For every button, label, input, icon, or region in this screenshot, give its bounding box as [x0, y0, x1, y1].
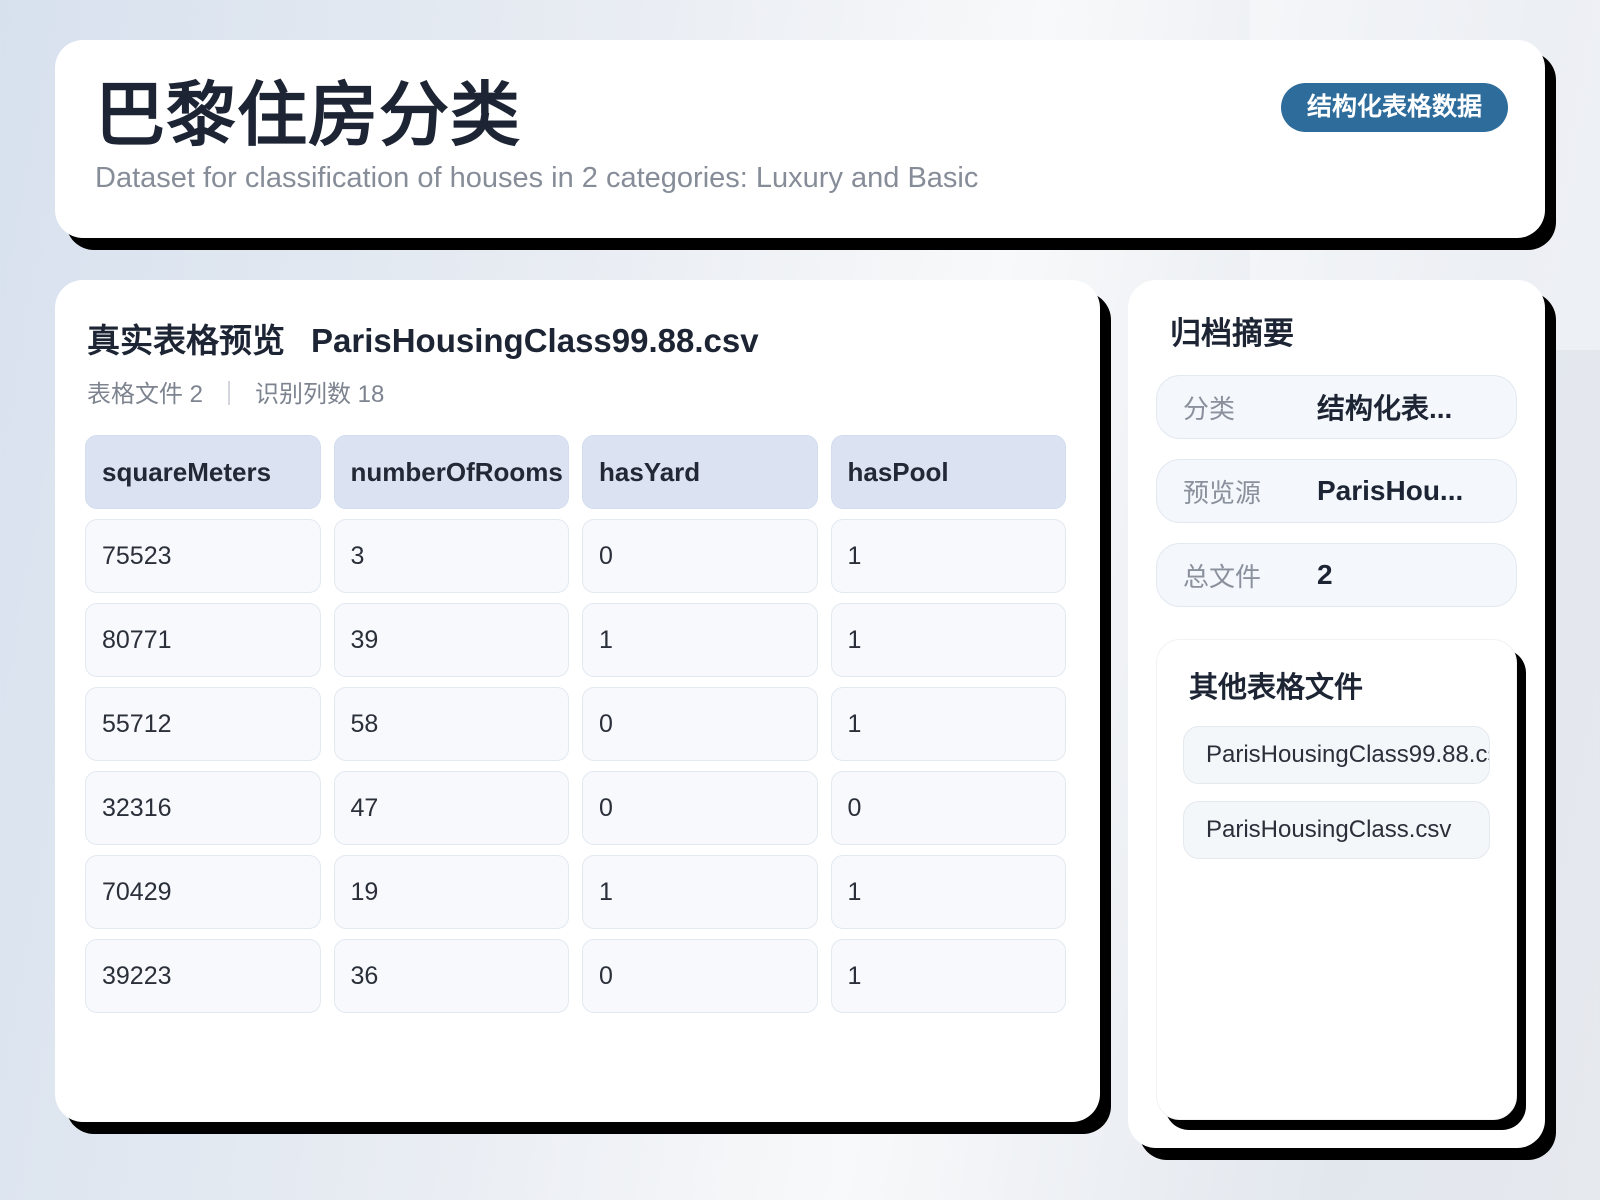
- summary-row-total-files: 总文件 2: [1156, 543, 1517, 607]
- preview-meta: 表格文件 2 ｜ 识别列数 18: [85, 374, 1066, 409]
- table-cell: 0: [582, 771, 818, 845]
- table-cell: 0: [582, 939, 818, 1013]
- summary-value: 结构化表...: [1317, 393, 1453, 424]
- table-cell: 19: [333, 855, 569, 929]
- table-cell: 3: [333, 519, 569, 593]
- table-cell: 80771: [85, 603, 321, 677]
- table-cell: 1: [830, 687, 1066, 761]
- summary-label: 分类: [1183, 393, 1236, 424]
- table-cell: 39: [333, 603, 569, 677]
- meta-files-count: 表格文件 2: [87, 381, 204, 408]
- archive-summary-card: 归档摘要 分类 结构化表... 预览源 ParisHou... 总文件 2 其他…: [1128, 280, 1545, 1148]
- archive-summary-title: 归档摘要: [1170, 316, 1294, 351]
- table-cell: 47: [333, 771, 569, 845]
- table-preview-card: 真实表格预览 ParisHousingClass99.88.csv 表格文件 2…: [55, 280, 1100, 1122]
- table-cell: 58: [333, 687, 569, 761]
- summary-value: 2: [1317, 559, 1333, 590]
- table-cell: 1: [830, 855, 1066, 929]
- meta-separator: ｜: [217, 381, 242, 408]
- summary-row-preview-source: 预览源 ParisHou...: [1156, 459, 1517, 523]
- table-cell: 32316: [85, 771, 321, 845]
- preview-title: 真实表格预览: [87, 322, 285, 359]
- summary-label: 预览源: [1183, 477, 1262, 508]
- preview-filename: ParisHousingClass99.88.csv: [311, 322, 759, 359]
- table-cell: 0: [582, 519, 818, 593]
- table-cell: 1: [830, 603, 1066, 677]
- page-subtitle: Dataset for classification of houses in …: [95, 162, 979, 195]
- file-item[interactable]: ParisHousingClass99.88.csv: [1183, 726, 1490, 784]
- table-cell: 0: [830, 771, 1066, 845]
- table-header-cell: squareMeters: [85, 435, 321, 509]
- table-header-cell: hasPool: [830, 435, 1066, 509]
- table-header-cell: numberOfRooms: [333, 435, 569, 509]
- preview-header: 真实表格预览 ParisHousingClass99.88.csv: [85, 314, 1066, 362]
- summary-value: ParisHou...: [1317, 475, 1464, 506]
- other-files-card: 其他表格文件 ParisHousingClass99.88.csv ParisH…: [1156, 639, 1517, 1120]
- table-cell: 1: [582, 855, 818, 929]
- table-cell: 55712: [85, 687, 321, 761]
- meta-columns-count: 识别列数 18: [255, 381, 385, 408]
- table-cell: 1: [830, 519, 1066, 593]
- summary-row-category: 分类 结构化表...: [1156, 375, 1517, 439]
- table-cell: 70429: [85, 855, 321, 929]
- file-item[interactable]: ParisHousingClass.csv: [1183, 801, 1490, 859]
- table-cell: 1: [830, 939, 1066, 1013]
- category-badge: 结构化表格数据: [1280, 83, 1508, 132]
- table-cell: 0: [582, 687, 818, 761]
- table-cell: 75523: [85, 519, 321, 593]
- page-header-card: 巴黎住房分类 Dataset for classification of hou…: [55, 40, 1545, 238]
- table-cell: 36: [333, 939, 569, 1013]
- table-header-cell: hasYard: [582, 435, 818, 509]
- data-table: squareMeters numberOfRooms hasYard hasPo…: [85, 435, 1066, 1013]
- summary-label: 总文件: [1183, 561, 1262, 592]
- table-cell: 39223: [85, 939, 321, 1013]
- table-cell: 1: [582, 603, 818, 677]
- other-files-title: 其他表格文件: [1189, 672, 1364, 704]
